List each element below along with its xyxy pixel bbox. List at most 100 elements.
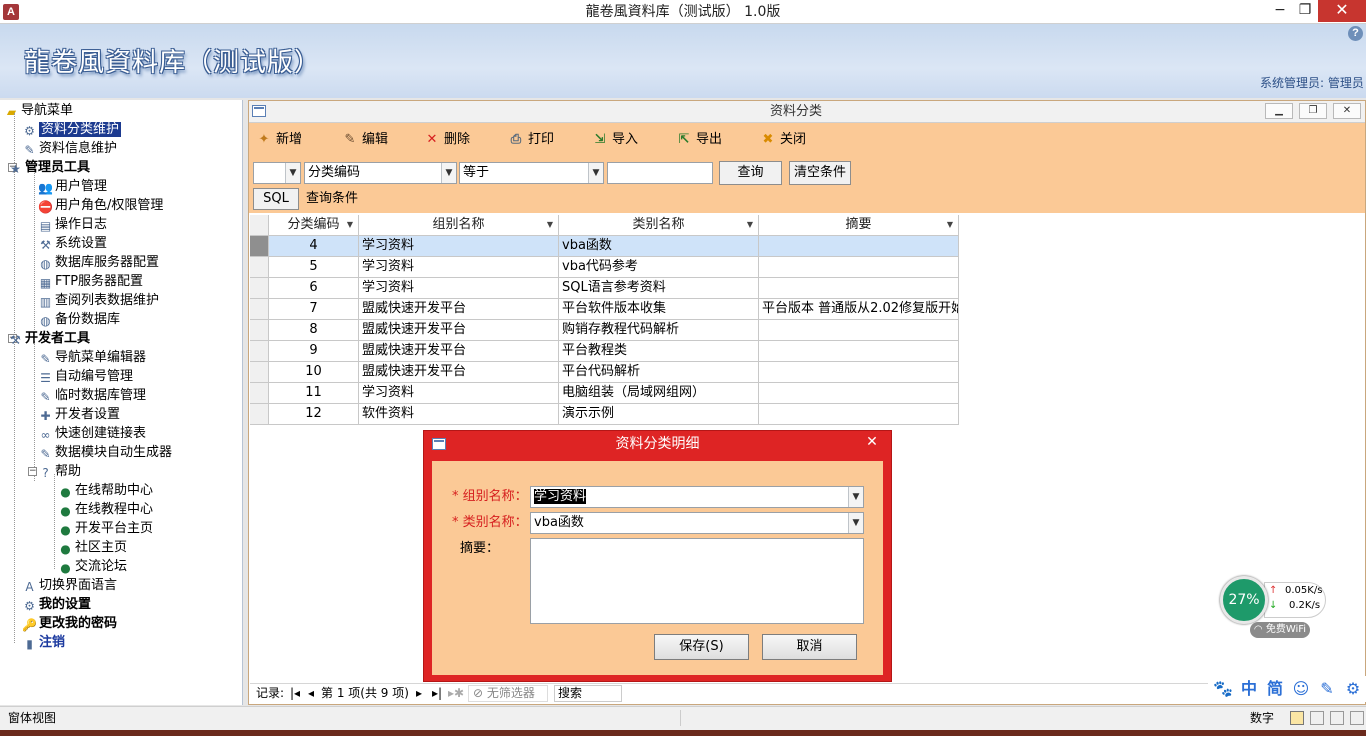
table-cell[interactable] bbox=[759, 341, 959, 362]
table-row[interactable]: 9 盟威快速开发平台 平台教程类 bbox=[250, 341, 960, 362]
sql-button[interactable]: SQL bbox=[253, 188, 299, 210]
table-row[interactable]: 6 学习资料 SQL语言参考资料 bbox=[250, 278, 960, 299]
design-view-icon[interactable] bbox=[1350, 711, 1364, 725]
nav-item-27[interactable]: ▮ 注销 bbox=[22, 633, 65, 652]
table-cell[interactable] bbox=[759, 383, 959, 404]
nav-item-22[interactable]: ● 社区主页 bbox=[58, 538, 127, 557]
table-cell[interactable]: 8 bbox=[269, 320, 359, 341]
next-record-button[interactable]: ▸ bbox=[416, 684, 422, 703]
table-cell[interactable]: vba函数 bbox=[559, 236, 759, 257]
table-cell[interactable]: 软件资料 bbox=[359, 404, 559, 425]
column-header[interactable]: 组别名称 ▼ bbox=[359, 215, 559, 236]
filter-operator-combo[interactable]: 等于 ▼ bbox=[459, 162, 604, 184]
search-input[interactable]: 搜索 bbox=[554, 685, 622, 702]
toolbar-btn-4[interactable]: ⇲ 导入 bbox=[591, 128, 638, 152]
save-button[interactable]: 保存(S) bbox=[654, 634, 749, 660]
nav-item-7[interactable]: ◍ 数据库服务器配置 bbox=[38, 253, 159, 272]
table-cell[interactable]: 学习资料 bbox=[359, 383, 559, 404]
collapse-toggle-icon[interactable]: − bbox=[28, 467, 37, 476]
table-cell[interactable] bbox=[759, 362, 959, 383]
form-minimize-button[interactable]: ▁ bbox=[1265, 103, 1293, 119]
table-cell[interactable]: 7 bbox=[269, 299, 359, 320]
clear-conditions-button[interactable]: 清空条件 bbox=[789, 161, 851, 185]
table-cell[interactable] bbox=[759, 278, 959, 299]
maximize-button[interactable]: ❐ bbox=[1292, 0, 1318, 22]
table-row[interactable]: 7 盟威快速开发平台 平台软件版本收集 平台版本 普通版从2.02修复版开始 bbox=[250, 299, 960, 320]
form-close-button[interactable]: ✕ bbox=[1333, 103, 1361, 119]
table-row[interactable]: 5 学习资料 vba代码参考 bbox=[250, 257, 960, 278]
datasheet-view-icon[interactable] bbox=[1310, 711, 1324, 725]
close-window-button[interactable]: ✕ bbox=[1318, 0, 1366, 22]
table-cell[interactable]: 盟威快速开发平台 bbox=[359, 299, 559, 320]
nav-item-5[interactable]: ▤ 操作日志 bbox=[38, 215, 107, 234]
row-selector[interactable] bbox=[250, 320, 269, 341]
filter-field-combo[interactable]: 分类编码 ▼ bbox=[304, 162, 457, 184]
nav-item-6[interactable]: ⚒ 系统设置 bbox=[38, 234, 107, 253]
logic-combo[interactable]: ▼ bbox=[253, 162, 301, 184]
first-record-button[interactable]: |◂ bbox=[290, 684, 300, 703]
record-position[interactable]: 第 1 项(共 9 项) bbox=[321, 684, 411, 703]
table-cell[interactable]: 11 bbox=[269, 383, 359, 404]
filter-value-input[interactable] bbox=[607, 162, 713, 184]
row-selector[interactable] bbox=[250, 236, 269, 257]
row-selector[interactable] bbox=[250, 383, 269, 404]
row-selector[interactable] bbox=[250, 257, 269, 278]
nav-item-26[interactable]: 🔑 更改我的密码 bbox=[22, 614, 117, 633]
ime-button-0[interactable]: 🐾 bbox=[1212, 678, 1234, 700]
new-record-button[interactable]: ▸✱ bbox=[448, 684, 464, 703]
column-filter-icon[interactable]: ▼ bbox=[347, 215, 353, 235]
layout-view-icon[interactable] bbox=[1330, 711, 1344, 725]
toolbar-btn-6[interactable]: ✖ 关闭 bbox=[759, 128, 806, 152]
table-cell[interactable] bbox=[759, 236, 959, 257]
table-cell[interactable]: 平台教程类 bbox=[559, 341, 759, 362]
column-header[interactable]: 分类编码 ▼ bbox=[269, 215, 359, 236]
nav-item-25[interactable]: ⚙ 我的设置 bbox=[22, 595, 91, 614]
nav-item-16[interactable]: ∞ 快速创建链接表 bbox=[38, 424, 147, 443]
table-cell[interactable]: 10 bbox=[269, 362, 359, 383]
help-icon[interactable]: ? bbox=[1348, 26, 1363, 41]
ime-button-3[interactable]: ☺ bbox=[1290, 678, 1312, 700]
table-cell[interactable]: vba代码参考 bbox=[559, 257, 759, 278]
prev-record-button[interactable]: ◂ bbox=[308, 684, 314, 703]
nav-item-11[interactable]: ⚒ 开发者工具 bbox=[8, 329, 90, 348]
table-row[interactable]: 12 软件资料 演示示例 bbox=[250, 404, 960, 425]
cancel-button[interactable]: 取消 bbox=[762, 634, 857, 660]
network-monitor-widget[interactable]: ↑ 0.05K/s ↓ 0.2K/s 27% ◠ 免费WiFi bbox=[1220, 576, 1332, 640]
table-cell[interactable]: 盟威快速开发平台 bbox=[359, 320, 559, 341]
table-cell[interactable]: 4 bbox=[269, 236, 359, 257]
last-record-button[interactable]: ▸| bbox=[432, 684, 442, 703]
nav-item-9[interactable]: ▥ 查阅列表数据维护 bbox=[38, 291, 159, 310]
nav-item-3[interactable]: 👥 用户管理 bbox=[38, 177, 107, 196]
table-cell[interactable]: 学习资料 bbox=[359, 236, 559, 257]
category-name-combo[interactable]: vba函数 ▼ bbox=[530, 512, 864, 534]
form-restore-button[interactable]: ❐ bbox=[1299, 103, 1327, 119]
toolbar-btn-5[interactable]: ⇱ 导出 bbox=[675, 128, 722, 152]
table-row[interactable]: 8 盟威快速开发平台 购销存教程代码解析 bbox=[250, 320, 960, 341]
table-cell[interactable]: 9 bbox=[269, 341, 359, 362]
table-cell[interactable] bbox=[759, 404, 959, 425]
ime-button-5[interactable]: ⚙ bbox=[1342, 678, 1364, 700]
table-cell[interactable]: 学习资料 bbox=[359, 257, 559, 278]
table-cell[interactable]: 盟威快速开发平台 bbox=[359, 362, 559, 383]
toolbar-btn-1[interactable]: ✎ 编辑 bbox=[341, 128, 388, 152]
table-cell[interactable]: 学习资料 bbox=[359, 278, 559, 299]
ime-button-2[interactable]: 简 bbox=[1264, 678, 1286, 700]
table-cell[interactable]: 平台代码解析 bbox=[559, 362, 759, 383]
table-cell[interactable]: 演示示例 bbox=[559, 404, 759, 425]
nav-item-12[interactable]: ✎ 导航菜单编辑器 bbox=[38, 348, 146, 367]
nav-item-18[interactable]: ? 帮助 bbox=[38, 462, 81, 481]
toolbar-btn-0[interactable]: ✦ 新增 bbox=[255, 128, 302, 152]
toolbar-btn-2[interactable]: ✕ 删除 bbox=[423, 128, 470, 152]
nav-item-13[interactable]: ☰ 自动编号管理 bbox=[38, 367, 133, 386]
form-view-icon[interactable] bbox=[1290, 711, 1304, 725]
query-button[interactable]: 查询 bbox=[719, 161, 782, 185]
table-cell[interactable]: 5 bbox=[269, 257, 359, 278]
nav-item-14[interactable]: ✎ 临时数据库管理 bbox=[38, 386, 146, 405]
table-cell[interactable] bbox=[759, 320, 959, 341]
column-filter-icon[interactable]: ▼ bbox=[747, 215, 753, 235]
table-row[interactable]: 10 盟威快速开发平台 平台代码解析 bbox=[250, 362, 960, 383]
nav-item-8[interactable]: ▦ FTP服务器配置 bbox=[38, 272, 143, 291]
table-row[interactable]: 4 学习资料 vba函数 bbox=[250, 236, 960, 257]
row-selector[interactable] bbox=[250, 404, 269, 425]
row-selector[interactable] bbox=[250, 362, 269, 383]
